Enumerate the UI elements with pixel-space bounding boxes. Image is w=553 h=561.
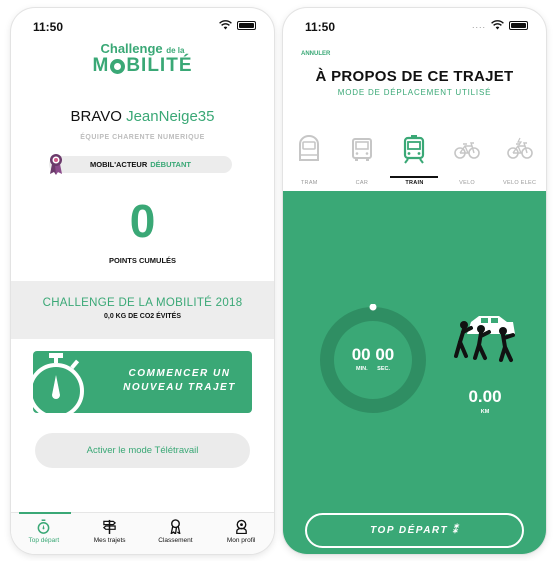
logo-text-bilite: BILITÉ	[126, 55, 193, 76]
battery-icon	[237, 20, 256, 30]
app-logo: Challenge de la M BILITÉ	[11, 41, 274, 77]
tab-mes-trajets[interactable]: Mes trajets	[77, 513, 143, 554]
status-icons	[219, 20, 256, 30]
mode-velo[interactable]	[441, 126, 494, 172]
start-new-trip-label: COMMENCER UN NOUVEAU TRAJET	[113, 367, 246, 395]
home-screen: 11:50 Challenge de la M BILITÉ BRAVO Jean…	[11, 8, 274, 554]
start-new-trip-line2: NOUVEAU TRAJET	[123, 382, 236, 393]
top-depart-button[interactable]: TOP DÉPART ⁑	[305, 513, 524, 548]
tab-bar: Top départ Mes trajets Classement Mon pr…	[11, 512, 274, 554]
transport-mode-labels: TRAM CAR TRAIN VELO VELO ELEC	[283, 180, 546, 186]
start-new-trip-line1: COMMENCER UN	[128, 368, 231, 379]
wifi-icon	[491, 20, 504, 30]
points-label: POINTS CUMULÉS	[108, 256, 177, 265]
logo-text-challenge: Challenge	[100, 41, 163, 56]
mode-label-tram[interactable]: TRAM	[283, 180, 336, 186]
bicycle-icon	[454, 142, 480, 159]
mode-velo-elec[interactable]	[493, 126, 546, 172]
signal-dots-icon: ....	[471, 20, 486, 30]
logo-text-de-la: de la	[166, 46, 185, 55]
train-icon	[404, 135, 425, 164]
challenge-summary: CHALLENGE DE LA MOBILITÉ 2018 0,0 KG DE …	[11, 281, 274, 339]
mode-label-train[interactable]: TRAIN	[388, 180, 441, 186]
mode-car[interactable]	[336, 126, 389, 172]
transport-mode-selector	[283, 126, 546, 172]
top-depart-label: TOP DÉPART	[370, 525, 449, 536]
level-value: DÉBUTANT	[150, 160, 191, 169]
tab-label: Mes trajets	[93, 537, 126, 544]
status-icons: ....	[472, 20, 528, 30]
signpost-icon	[103, 519, 117, 534]
ribbon-icon	[170, 519, 181, 534]
mode-label-velo-elec[interactable]: VELO ELEC	[493, 180, 546, 186]
timer-unit-min: MIN.	[356, 366, 368, 372]
telework-mode-button[interactable]: Activer le mode Télétravail	[35, 433, 250, 468]
sparkle-icon: ⁑	[452, 525, 459, 536]
battery-icon	[509, 20, 528, 30]
start-new-trip-button[interactable]: COMMENCER UN NOUVEAU TRAJET	[28, 351, 252, 419]
stopwatch-icon	[37, 519, 50, 534]
username: JeanNeige35	[126, 108, 215, 125]
tab-label: Classement	[158, 537, 193, 544]
tram-icon	[299, 135, 320, 161]
distance-unit: KM	[480, 409, 490, 415]
logo-text-m: M	[92, 55, 110, 76]
greeting: BRAVO JeanNeige35	[11, 108, 274, 125]
profile-icon	[235, 519, 247, 534]
points-value: 0	[129, 195, 156, 247]
team-name: ÉQUIPE CHARENTE NUMERIQUE	[80, 134, 205, 141]
trip-tracking-panel: 00 00 MIN. SEC. 0.00 KM TOP DÉPART ⁑	[283, 191, 546, 554]
greeting-prefix: BRAVO	[70, 108, 122, 125]
status-bar: 11:50	[11, 8, 274, 38]
mode-label-car[interactable]: CAR	[336, 180, 389, 186]
status-time: 11:50	[33, 20, 64, 34]
active-mode-indicator	[390, 176, 438, 178]
challenge-title: CHALLENGE DE LA MOBILITÉ 2018	[42, 297, 243, 309]
medal-icon	[50, 154, 62, 175]
status-bar: 11:50 ....	[283, 8, 546, 38]
electric-bicycle-icon	[506, 137, 533, 159]
page-title: À PROPOS DE CE TRAJET	[315, 68, 514, 85]
location-pin-icon	[110, 58, 126, 74]
tab-top-depart[interactable]: Top départ	[11, 513, 77, 554]
bus-icon	[351, 138, 372, 161]
trip-screen: 11:50 .... ANNULER À PROPOS DE CE TRAJET…	[283, 8, 546, 554]
page-subtitle: MODE DE DÉPLACEMENT UTILISÉ	[337, 88, 492, 97]
tab-label: Top départ	[28, 537, 60, 544]
tab-mon-profil[interactable]: Mon profil	[208, 513, 274, 554]
distance-value: 0.00	[468, 387, 502, 406]
people-pushing-car-icon	[454, 316, 515, 362]
status-time: 11:50	[305, 20, 336, 34]
timer-units: MIN. SEC.	[317, 366, 429, 372]
level-label: MOBIL'ACTEUR	[90, 160, 148, 169]
cancel-button[interactable]: ANNULER	[301, 51, 330, 57]
mode-train[interactable]	[388, 126, 441, 172]
stopwatch-icon	[28, 353, 84, 419]
tab-label: Mon profil	[226, 537, 256, 544]
timer-value: 00 00	[351, 345, 395, 364]
wifi-icon	[219, 20, 232, 30]
mode-tram[interactable]	[283, 126, 336, 172]
active-tab-indicator	[19, 512, 71, 514]
tab-classement[interactable]: Classement	[143, 513, 209, 554]
timer-unit-sec: SEC.	[377, 366, 390, 372]
co2-saved: 0,0 KG DE CO2 ÉVITÉS	[103, 313, 182, 320]
level-badge: MOBIL'ACTEUR DÉBUTANT	[49, 156, 232, 173]
mode-label-velo[interactable]: VELO	[441, 180, 494, 186]
